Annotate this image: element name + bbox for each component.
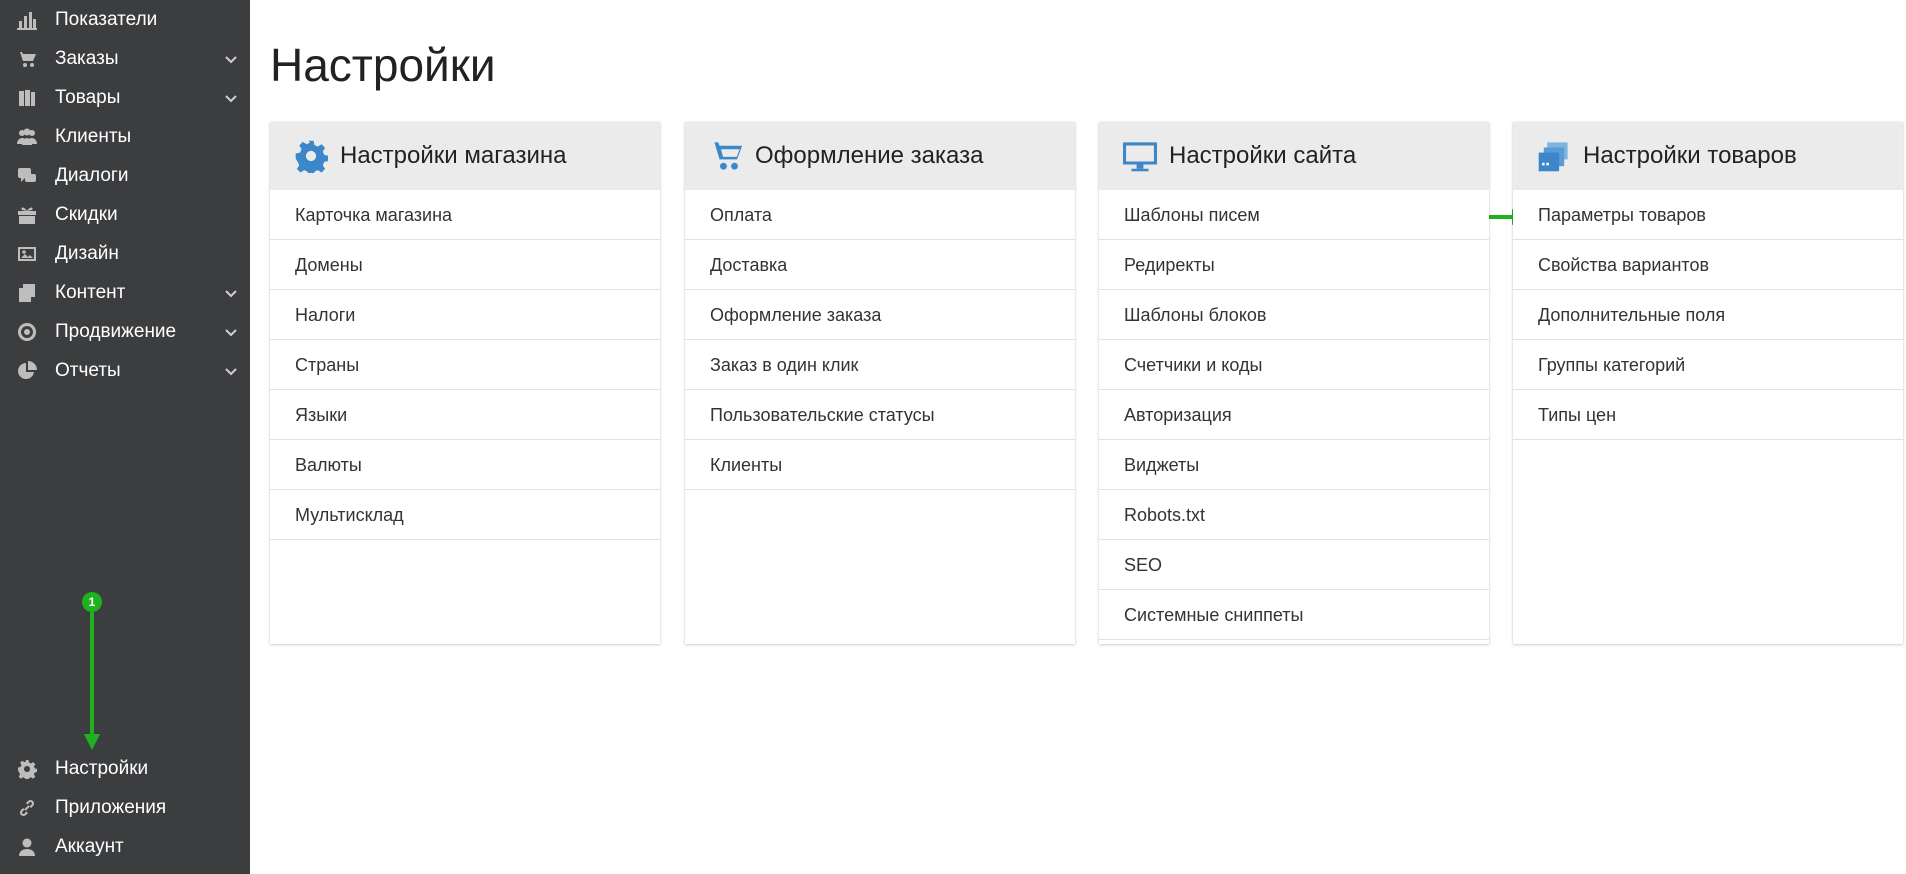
- settings-link[interactable]: Валюты: [270, 440, 660, 490]
- settings-link[interactable]: Страны: [270, 340, 660, 390]
- settings-link[interactable]: Шаблоны блоков: [1099, 290, 1489, 340]
- card-header: Настройки товаров: [1513, 122, 1903, 190]
- sidebar-item-label: Отчеты: [55, 359, 121, 381]
- card-link-list: Шаблоны писем Редиректы Шаблоны блоков С…: [1099, 190, 1489, 640]
- settings-link[interactable]: Языки: [270, 390, 660, 440]
- gear-icon: [294, 139, 328, 173]
- sidebar-item-dashboard[interactable]: Показатели: [0, 0, 250, 39]
- settings-link[interactable]: Клиенты: [685, 440, 1075, 490]
- monitor-icon: [1123, 139, 1157, 173]
- sidebar-bottom-menu: Настройки Приложения Аккаунт: [0, 749, 250, 866]
- sidebar-item-promotion[interactable]: Продвижение: [0, 312, 250, 351]
- card-title: Настройки товаров: [1583, 142, 1797, 169]
- sidebar-item-label: Скидки: [55, 203, 118, 225]
- user-icon: [16, 836, 38, 858]
- settings-link[interactable]: SEO: [1099, 540, 1489, 590]
- card-title: Настройки магазина: [340, 142, 567, 169]
- sidebar-item-reports[interactable]: Отчеты: [0, 351, 250, 390]
- settings-link[interactable]: Оплата: [685, 190, 1075, 240]
- image-icon: [16, 243, 38, 265]
- card-header: Настройки магазина: [270, 122, 660, 190]
- card-header: Оформление заказа: [685, 122, 1075, 190]
- gear-icon: [16, 758, 38, 780]
- copy-icon: [16, 282, 38, 304]
- sidebar-item-apps[interactable]: Приложения: [0, 788, 250, 827]
- users-icon: [16, 126, 38, 148]
- target-icon: [16, 321, 38, 343]
- boxes-icon: [1537, 139, 1571, 173]
- settings-link[interactable]: Домены: [270, 240, 660, 290]
- sidebar-item-label: Продвижение: [55, 320, 177, 342]
- sidebar: Показатели Заказы Товары Клиенты Диалоги…: [0, 0, 250, 874]
- settings-link[interactable]: Группы категорий: [1513, 340, 1903, 390]
- link-icon: [16, 797, 38, 819]
- sidebar-item-orders[interactable]: Заказы: [0, 39, 250, 78]
- sidebar-item-label: Товары: [55, 86, 121, 108]
- settings-link[interactable]: Типы цен: [1513, 390, 1903, 440]
- settings-link[interactable]: Налоги: [270, 290, 660, 340]
- cart-icon: [16, 48, 38, 70]
- settings-link[interactable]: Мультисклад: [270, 490, 660, 540]
- settings-link[interactable]: Авторизация: [1099, 390, 1489, 440]
- sidebar-item-discounts[interactable]: Скидки: [0, 195, 250, 234]
- sidebar-item-label: Дизайн: [55, 242, 119, 264]
- sidebar-item-label: Диалоги: [55, 164, 129, 186]
- sidebar-item-label: Настройки: [55, 757, 149, 779]
- card-site-settings: Настройки сайта Шаблоны писем Редиректы …: [1099, 122, 1489, 644]
- card-title: Настройки сайта: [1169, 142, 1357, 169]
- chevron-down-icon[interactable]: [224, 52, 238, 66]
- page-title: Настройки: [270, 39, 496, 91]
- settings-link[interactable]: Карточка магазина: [270, 190, 660, 240]
- sidebar-item-dialogs[interactable]: Диалоги: [0, 156, 250, 195]
- settings-link[interactable]: Свойства вариантов: [1513, 240, 1903, 290]
- card-link-list: Параметры товаров Свойства вариантов Доп…: [1513, 190, 1903, 440]
- settings-link[interactable]: Системные сниппеты: [1099, 590, 1489, 640]
- sidebar-top-menu: Показатели Заказы Товары Клиенты Диалоги…: [0, 0, 250, 390]
- settings-link[interactable]: Пользовательские статусы: [685, 390, 1075, 440]
- bar-chart-icon: [16, 9, 38, 31]
- card-product-settings: Настройки товаров Параметры товаров Свой…: [1513, 122, 1903, 644]
- card-link-list: Оплата Доставка Оформление заказа Заказ …: [685, 190, 1075, 490]
- cart-icon: [709, 139, 743, 173]
- card-store-settings: Настройки магазина Карточка магазина Дом…: [270, 122, 660, 644]
- sidebar-item-content[interactable]: Контент: [0, 273, 250, 312]
- settings-link[interactable]: Параметры товаров: [1513, 190, 1903, 240]
- card-header: Настройки сайта: [1099, 122, 1489, 190]
- settings-link[interactable]: Шаблоны писем: [1099, 190, 1489, 240]
- settings-link[interactable]: Robots.txt: [1099, 490, 1489, 540]
- chat-icon: [16, 165, 38, 187]
- sidebar-item-label: Заказы: [55, 47, 119, 69]
- sidebar-item-account[interactable]: Аккаунт: [0, 827, 250, 866]
- chevron-down-icon[interactable]: [224, 364, 238, 378]
- chevron-down-icon[interactable]: [224, 325, 238, 339]
- annotation-badge-1: 1: [82, 592, 102, 612]
- card-title: Оформление заказа: [755, 142, 984, 169]
- sidebar-item-label: Аккаунт: [55, 835, 124, 857]
- sidebar-item-clients[interactable]: Клиенты: [0, 117, 250, 156]
- settings-link[interactable]: Виджеты: [1099, 440, 1489, 490]
- sidebar-item-label: Приложения: [55, 796, 167, 818]
- gift-icon: [16, 204, 38, 226]
- pie-chart-icon: [16, 360, 38, 382]
- sidebar-item-label: Клиенты: [55, 125, 132, 147]
- sidebar-item-label: Показатели: [55, 8, 158, 30]
- sidebar-item-products[interactable]: Товары: [0, 78, 250, 117]
- card-link-list: Карточка магазина Домены Налоги Страны Я…: [270, 190, 660, 540]
- sidebar-item-label: Контент: [55, 281, 126, 303]
- sidebar-item-settings[interactable]: Настройки: [0, 749, 250, 788]
- chevron-down-icon[interactable]: [224, 286, 238, 300]
- books-icon: [16, 87, 38, 109]
- settings-link[interactable]: Оформление заказа: [685, 290, 1075, 340]
- chevron-down-icon[interactable]: [224, 91, 238, 105]
- settings-link[interactable]: Доставка: [685, 240, 1075, 290]
- settings-link[interactable]: Счетчики и коды: [1099, 340, 1489, 390]
- settings-link[interactable]: Заказ в один клик: [685, 340, 1075, 390]
- card-checkout-settings: Оформление заказа Оплата Доставка Оформл…: [685, 122, 1075, 644]
- settings-link[interactable]: Дополнительные поля: [1513, 290, 1903, 340]
- sidebar-item-design[interactable]: Дизайн: [0, 234, 250, 273]
- settings-link[interactable]: Редиректы: [1099, 240, 1489, 290]
